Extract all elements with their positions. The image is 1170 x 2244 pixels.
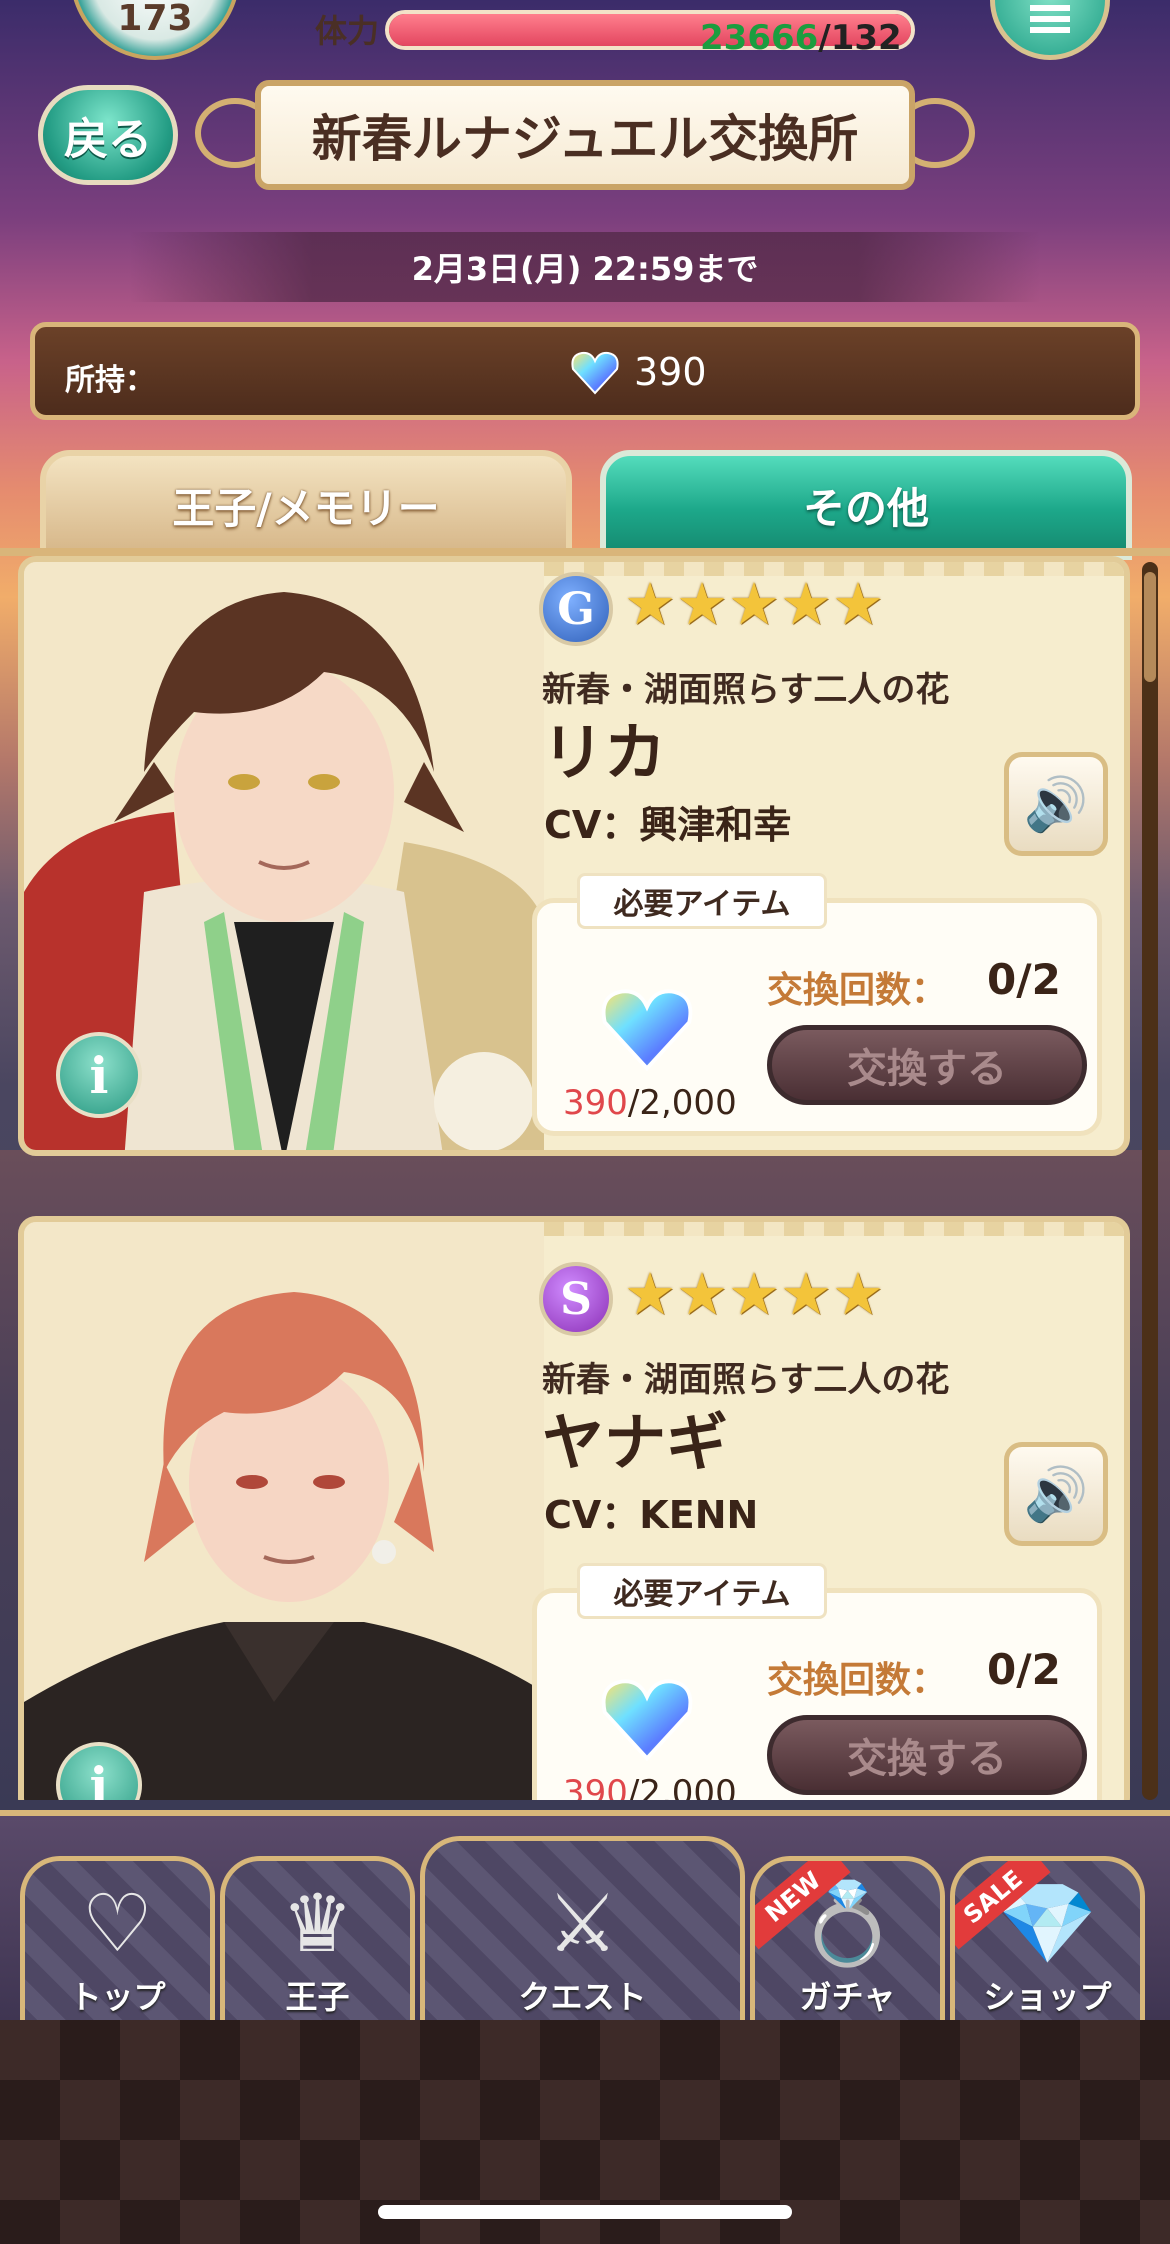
- exchange-count-label: 交換回数：: [767, 1660, 948, 1701]
- exchange-button[interactable]: 交換する: [767, 1715, 1087, 1795]
- exchange-deadline: 2月3日(月) 22:59まで: [130, 232, 1040, 302]
- nav-item-shop[interactable]: SALE 💎 ショップ: [950, 1856, 1145, 2036]
- home-indicator[interactable]: [378, 2205, 792, 2219]
- required-amount: 390/2,000: [563, 1083, 737, 1123]
- back-button[interactable]: 戻る: [38, 85, 178, 185]
- speaker-icon: 🔊: [1023, 1464, 1089, 1525]
- required-amount: 390/2,000: [563, 1773, 737, 1800]
- voice-actor: CV：興津和幸: [544, 803, 792, 847]
- stamina-max: /132: [818, 18, 902, 58]
- attribute-icon: G: [539, 572, 613, 646]
- voice-play-button[interactable]: 🔊: [1004, 752, 1108, 856]
- hamburger-icon: [1030, 5, 1070, 33]
- required-item-box: 必要アイテム 390/2,000 交換回数： 0/2 交換する: [532, 873, 1102, 1136]
- info-button[interactable]: i: [56, 1032, 142, 1118]
- rainbow-heart-jewel-icon: [571, 351, 619, 395]
- prince-name: リカ: [542, 716, 667, 789]
- level-number: 173: [117, 0, 193, 39]
- required-item-label: 必要アイテム: [577, 873, 827, 929]
- required-need: /2,000: [627, 1773, 737, 1800]
- owned-amount: 390: [634, 350, 707, 394]
- rainbow-heart-jewel-icon: [601, 1679, 693, 1762]
- voice-actor: CV：KENN: [544, 1493, 759, 1537]
- stamina-current: 23666: [700, 18, 819, 58]
- stamina-label: 体力: [315, 12, 380, 50]
- nav-item-gacha[interactable]: NEW 💍 ガチャ: [750, 1856, 945, 2036]
- required-have: 390: [563, 1773, 628, 1800]
- exchange-count-value: 0/2: [987, 955, 1061, 1004]
- nav-label: ショップ: [983, 1978, 1112, 2016]
- required-item-box: 必要アイテム 390/2,000 交換回数： 0/2 交換する: [532, 1563, 1102, 1800]
- exchange-count-value: 0/2: [987, 1645, 1061, 1694]
- required-item-label: 必要アイテム: [577, 1563, 827, 1619]
- tab-prince-memory[interactable]: 王子/メモリー: [40, 450, 572, 560]
- exchange-card-rika: i G ★★★★★ 新春・湖面照らす二人の花 リカ CV：興津和幸 🔊 必要アイ…: [18, 556, 1130, 1156]
- rainbow-heart-jewel-icon: [601, 989, 693, 1072]
- nav-item-top[interactable]: ♡ トップ: [20, 1856, 215, 2036]
- tab-other[interactable]: その他: [600, 450, 1132, 560]
- attribute-icon: S: [539, 1262, 613, 1336]
- nav-item-prince[interactable]: ♛ 王子: [220, 1856, 415, 2036]
- owned-label: 所持：: [65, 363, 155, 398]
- exchange-list[interactable]: i G ★★★★★ 新春・湖面照らす二人の花 リカ CV：興津和幸 🔊 必要アイ…: [0, 556, 1170, 1800]
- nav-label: クエスト: [518, 1978, 647, 2016]
- nav-label: 王子: [285, 1978, 350, 2016]
- rarity-stars: ★★★★★: [624, 570, 884, 638]
- owned-jewel-bar: 所持： 390: [30, 322, 1140, 420]
- stamina-value: 23666/132: [700, 18, 902, 58]
- voice-play-button[interactable]: 🔊: [1004, 1442, 1108, 1546]
- page-title: 新春ルナジュエル交換所: [255, 80, 915, 190]
- speaker-icon: 🔊: [1023, 774, 1089, 835]
- rarity-stars: ★★★★★: [624, 1260, 884, 1328]
- prince-portrait-yanagi: [24, 1222, 544, 1800]
- nav-item-quest[interactable]: ⚔ クエスト: [420, 1836, 745, 2036]
- crown-icon: ♛: [281, 1877, 354, 1970]
- exchange-button[interactable]: 交換する: [767, 1025, 1087, 1105]
- prince-name: ヤナギ: [542, 1406, 729, 1479]
- scrollbar[interactable]: [1142, 562, 1158, 1800]
- bottom-nav: ♡ トップ ♛ 王子 ⚔ クエスト NEW 💍 ガチャ SALE 💎 ショップ: [0, 1810, 1170, 2036]
- tab-divider: [0, 548, 1170, 556]
- required-have: 390: [563, 1083, 628, 1123]
- heart-icon: ♡: [81, 1877, 154, 1970]
- scrollbar-thumb[interactable]: [1144, 572, 1156, 682]
- owned-value: 390: [570, 349, 707, 395]
- nav-label: ガチャ: [799, 1978, 896, 2016]
- nav-label: トップ: [69, 1978, 166, 2016]
- quest-icon: ⚔: [546, 1877, 619, 1970]
- required-need: /2,000: [627, 1083, 737, 1123]
- exchange-card-yanagi: i S ★★★★★ 新春・湖面照らす二人の花 ヤナギ CV：KENN 🔊 必要ア…: [18, 1216, 1130, 1800]
- exchange-count-label: 交換回数：: [767, 970, 948, 1011]
